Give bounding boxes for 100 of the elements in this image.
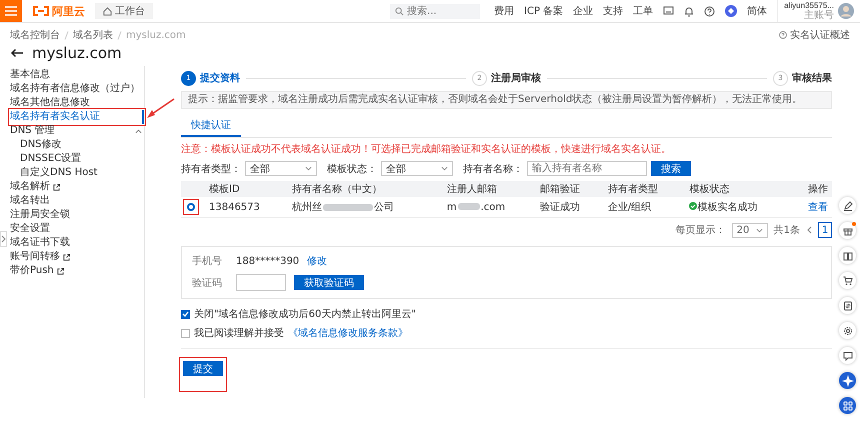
- brand-name: 阿里云: [52, 4, 85, 18]
- sidebar-subitem[interactable]: 自定义DNS Host: [20, 166, 144, 180]
- gift-button[interactable]: [839, 222, 856, 239]
- nav-link[interactable]: 企业: [573, 4, 594, 18]
- search-field[interactable]: 搜索...: [390, 4, 480, 18]
- annotation-arrow: [145, 98, 175, 120]
- back-arrow-icon[interactable]: [10, 48, 24, 58]
- filter-select[interactable]: 全部: [381, 161, 453, 176]
- notice-bar: 提示：据监管要求，域名注册成功后需完成实名认证审核，否则域名会处于Serverhold状态（被注册局设置为暂停解析），无法正常使用。: [181, 91, 832, 109]
- redaction-bar: [458, 203, 480, 210]
- workbench-button[interactable]: 工作台: [95, 3, 153, 19]
- table-cell: 13846573: [209, 202, 260, 212]
- account-role: 主账号: [804, 11, 834, 21]
- table-cell: 验证成功: [540, 202, 580, 213]
- message-icon: [842, 350, 852, 360]
- sidebar-item[interactable]: 域名转出: [10, 194, 144, 208]
- column-header: 持有者类型: [608, 184, 658, 195]
- table-cell: 企业/组织: [608, 202, 652, 213]
- filter-label: 模板状态：: [327, 162, 377, 176]
- sync-button[interactable]: [839, 297, 856, 314]
- search-icon: [395, 6, 404, 16]
- language-link[interactable]: 简体: [747, 4, 768, 18]
- step-label: 审核结果: [792, 71, 832, 85]
- table-cell: 公司: [374, 202, 394, 213]
- table-cell: 杭州丝: [292, 202, 322, 213]
- sidebar-toggle[interactable]: [0, 231, 7, 247]
- settings-button[interactable]: [839, 322, 856, 339]
- checkbox[interactable]: [181, 310, 190, 318]
- cart-icon: [842, 276, 852, 286]
- sidebar-item[interactable]: 基本信息: [10, 68, 144, 82]
- sidebar-item[interactable]: 域名其他信息修改: [10, 96, 144, 110]
- submit-button[interactable]: 提交: [183, 361, 223, 376]
- menu-button[interactable]: [0, 0, 22, 22]
- column-header: 模板状态: [689, 184, 730, 195]
- message-button[interactable]: [839, 347, 856, 364]
- warning-text: 注意：模板认证成功不代表域名认证成功！可选择已完成邮箱验证和实名认证的模板，快速进行域名实名认证。: [181, 144, 672, 156]
- previous-page-icon[interactable]: [806, 226, 812, 234]
- assistant-button[interactable]: [839, 372, 856, 389]
- caret-icon: [756, 228, 763, 232]
- breadcrumb-link[interactable]: 域名列表: [73, 28, 113, 42]
- column-header: 注册人邮箱: [446, 184, 497, 195]
- phone-label: 手机号: [192, 254, 223, 268]
- column-header: 持有者名称（中文）: [292, 184, 382, 195]
- agreement-text: 关闭"域名信息修改成功后60天内禁止转出阿里云": [194, 308, 416, 321]
- code-label: 验证码: [192, 276, 223, 290]
- column-header: 模板ID: [209, 184, 240, 195]
- page-button[interactable]: 1: [818, 222, 832, 238]
- sidebar-item[interactable]: 账号间转移: [10, 250, 144, 264]
- cart-button[interactable]: [839, 272, 856, 289]
- edit-button[interactable]: [839, 197, 856, 214]
- change-link[interactable]: 修改: [307, 254, 328, 268]
- step-label: 提交资料: [200, 71, 240, 85]
- table-cell: m: [446, 202, 457, 212]
- home-icon: [103, 6, 112, 16]
- settings-icon: [842, 326, 852, 336]
- checkbox[interactable]: [181, 328, 190, 338]
- step-label: 注册局审核: [491, 71, 541, 85]
- help-icon[interactable]: [704, 6, 716, 16]
- menu-icon: [5, 6, 17, 16]
- sync-icon: [842, 300, 852, 310]
- view-link[interactable]: 查看: [808, 202, 828, 213]
- breadcrumb-link[interactable]: 域名控制台: [10, 28, 60, 42]
- sidebar-item[interactable]: 域名证书下载: [10, 236, 144, 250]
- terms-link[interactable]: 《域名信息修改服务条款》: [288, 326, 408, 340]
- sidebar-item[interactable]: 注册局安全锁: [10, 208, 144, 222]
- tab[interactable]: 快捷认证: [181, 115, 241, 137]
- sidebar-subitem[interactable]: DNSSEC设置: [20, 152, 144, 166]
- sidebar-item[interactable]: 域名解析: [10, 180, 144, 194]
- external-link-icon: [53, 184, 60, 190]
- help-link[interactable]: 实名认证概述: [779, 28, 850, 42]
- sidebar-item[interactable]: 域名持有者信息修改（过户）: [10, 82, 144, 96]
- search-button[interactable]: 搜索: [651, 161, 691, 176]
- apps-button[interactable]: [839, 397, 856, 414]
- screen-icon[interactable]: [663, 6, 674, 16]
- chevron-right-icon: [1, 235, 6, 243]
- book-button[interactable]: [839, 247, 856, 264]
- nav-link[interactable]: 支持: [603, 4, 624, 18]
- name-input[interactable]: 输入持有者名称: [527, 161, 647, 176]
- nav-link[interactable]: 工单: [633, 4, 654, 18]
- sidebar-item[interactable]: 带价Push: [10, 264, 144, 278]
- nav-link[interactable]: ICP 备案: [524, 4, 564, 18]
- radio-button[interactable]: [187, 202, 195, 210]
- page-title: mysluz.com: [32, 44, 122, 62]
- bell-icon[interactable]: [684, 6, 694, 16]
- total-count: 共1条: [774, 224, 800, 237]
- get-code-button[interactable]: 获取验证码: [294, 275, 364, 290]
- sidebar-item[interactable]: 域名持有者实名认证: [10, 110, 144, 124]
- filter-label: 持有者类型：: [181, 162, 241, 176]
- account-name: aliyun35575...: [784, 1, 834, 10]
- sidebar-subitem[interactable]: DNS修改: [20, 138, 144, 152]
- help-icon: [779, 31, 787, 39]
- external-link-icon: [56, 268, 64, 274]
- assistant-icon[interactable]: [725, 5, 738, 17]
- logo-icon: [32, 6, 50, 16]
- filter-select[interactable]: 全部: [245, 161, 317, 176]
- code-input[interactable]: [236, 274, 286, 291]
- sidebar-item[interactable]: DNS 管理: [10, 124, 144, 138]
- sidebar-item[interactable]: 安全设置: [10, 222, 144, 236]
- page-size-select[interactable]: 20: [732, 222, 768, 238]
- nav-link[interactable]: 费用: [494, 4, 514, 18]
